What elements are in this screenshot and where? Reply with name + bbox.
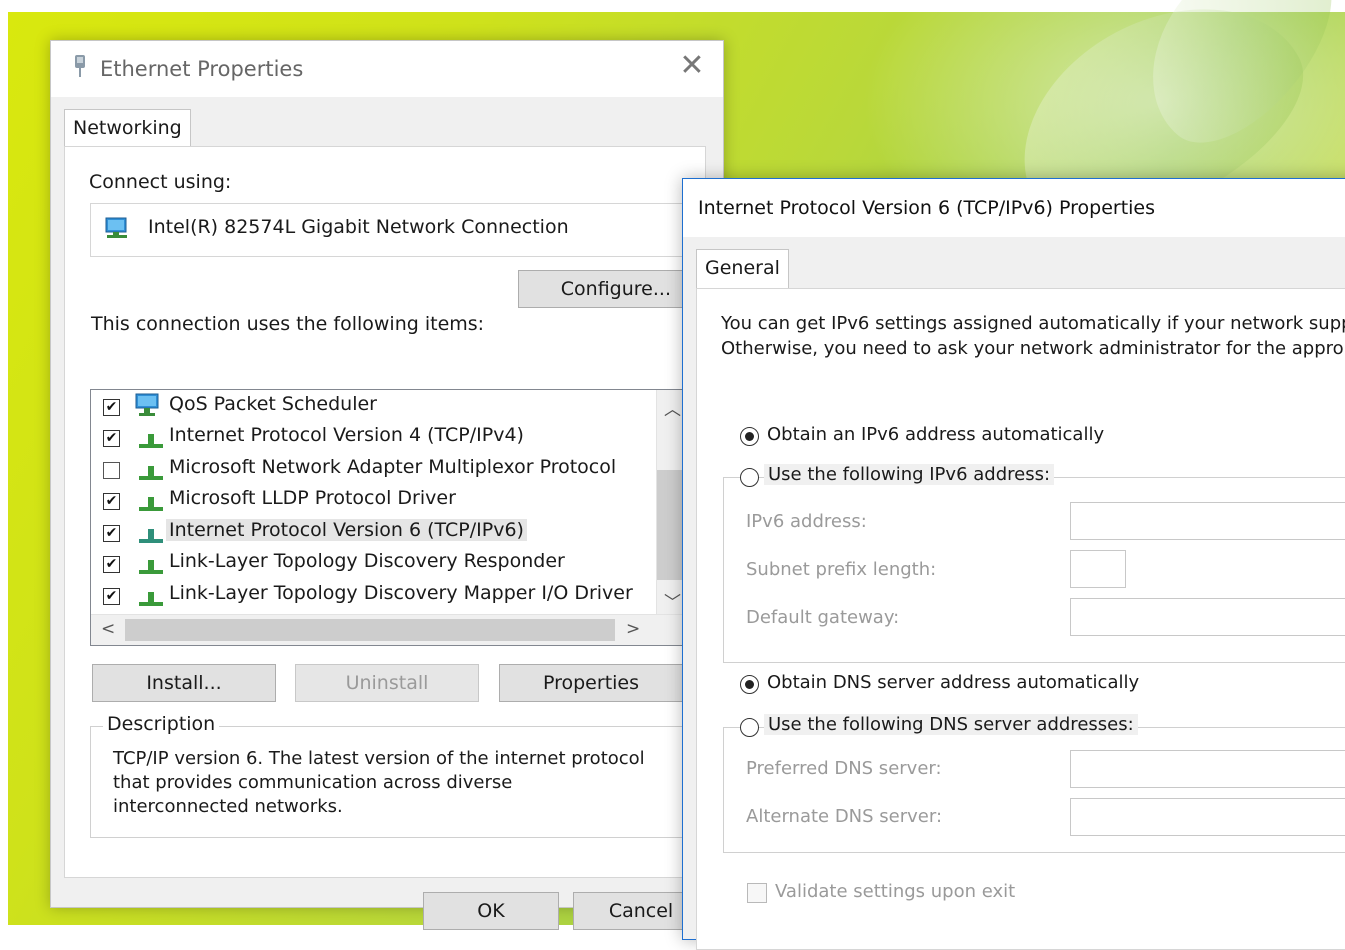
ethernet-properties-dialog: Ethernet Properties ✕ Networking Connect…: [50, 40, 724, 930]
uninstall-button[interactable]: Uninstall: [295, 664, 479, 702]
properties-button[interactable]: Properties: [499, 664, 683, 702]
description-group: Description TCP/IP version 6. The latest…: [90, 713, 688, 838]
adapter-name: Intel(R) 82574L Gigabit Network Connecti…: [148, 216, 569, 238]
intro-text: You can get IPv6 settings assigned autom…: [721, 311, 1345, 361]
configure-button[interactable]: Configure...: [518, 270, 686, 308]
components-list[interactable]: ✔ QoS Packet Scheduler ✔ Internet Protoc…: [90, 389, 686, 646]
vertical-scrollbar[interactable]: ︿ ﹀: [656, 390, 685, 615]
default-gateway-field[interactable]: [1070, 598, 1345, 636]
dialog-body: Networking Connect using: Intel(R) 82574…: [51, 97, 723, 930]
connect-using-label: Connect using:: [89, 171, 232, 193]
item-label: Microsoft Network Adapter Multiplexor Pr…: [169, 456, 617, 478]
dialog-body: General You can get IPv6 settings assign…: [683, 237, 1345, 950]
protocol-icon: [139, 592, 163, 606]
description-title: Description: [103, 713, 220, 735]
items-label: This connection uses the following items…: [91, 313, 485, 335]
horizontal-scrollbar[interactable]: < >: [91, 614, 685, 645]
scroll-up-icon[interactable]: ︿: [664, 395, 681, 420]
ipv6-address-field[interactable]: [1070, 502, 1345, 540]
close-icon[interactable]: ✕: [675, 51, 709, 85]
default-gateway-label: Default gateway:: [746, 607, 900, 628]
title-bar[interactable]: Ethernet Properties ✕: [51, 41, 723, 97]
item-label: Microsoft LLDP Protocol Driver: [169, 487, 456, 509]
protocol-icon: [139, 466, 163, 480]
alternate-dns-field[interactable]: [1070, 798, 1345, 836]
item-checkbox[interactable]: [103, 462, 120, 479]
use-following-dns-label[interactable]: Use the following DNS server addresses:: [764, 714, 1138, 735]
network-adapter-icon: [105, 217, 127, 238]
scroll-left-icon[interactable]: <: [101, 619, 115, 639]
qos-monitor-icon: [135, 393, 159, 416]
item-checkbox[interactable]: ✔: [103, 525, 120, 542]
manual-dns-group: Use the following DNS server addresses: …: [723, 714, 1345, 853]
use-following-ipv6-radio[interactable]: [740, 468, 759, 487]
install-button[interactable]: Install...: [92, 664, 276, 702]
scroll-down-icon[interactable]: ﹀: [664, 588, 681, 613]
item-checkbox[interactable]: ✔: [103, 399, 120, 416]
intro-line: You can get IPv6 settings assigned autom…: [721, 313, 1345, 334]
description-text: TCP/IP version 6. The latest version of …: [113, 748, 645, 817]
protocol-icon: [139, 529, 163, 543]
scroll-right-icon[interactable]: >: [626, 619, 640, 639]
item-label: Link-Layer Topology Discovery Mapper I/O…: [169, 582, 633, 604]
scroll-thumb[interactable]: [125, 619, 615, 641]
adapter-box: Intel(R) 82574L Gigabit Network Connecti…: [90, 203, 688, 257]
item-checkbox[interactable]: ✔: [103, 430, 120, 447]
subnet-prefix-label: Subnet prefix length:: [746, 559, 937, 580]
subnet-prefix-field[interactable]: [1070, 550, 1126, 588]
item-label: QoS Packet Scheduler: [169, 393, 377, 415]
item-checkbox[interactable]: ✔: [103, 556, 120, 573]
ipv6-address-label: IPv6 address:: [746, 511, 867, 532]
item-label: Link-Layer Topology Discovery Responder: [169, 550, 565, 572]
ipv6-properties-dialog: Internet Protocol Version 6 (TCP/IPv6) P…: [682, 178, 1345, 950]
preferred-dns-field[interactable]: [1070, 750, 1345, 788]
preferred-dns-label: Preferred DNS server:: [746, 758, 942, 779]
protocol-icon: [139, 560, 163, 574]
item-label: Internet Protocol Version 6 (TCP/IPv6): [166, 519, 527, 541]
obtain-dns-auto-radio[interactable]: [740, 675, 759, 694]
item-checkbox[interactable]: ✔: [103, 588, 120, 605]
obtain-ipv6-auto-label[interactable]: Obtain an IPv6 address automatically: [767, 424, 1104, 445]
manual-ipv6-group: Use the following IPv6 address: IPv6 add…: [723, 464, 1345, 663]
protocol-icon: [139, 497, 163, 511]
dialog-title: Internet Protocol Version 6 (TCP/IPv6) P…: [698, 197, 1156, 219]
dialog-title: Ethernet Properties: [100, 57, 304, 81]
validate-settings-checkbox[interactable]: [747, 883, 767, 903]
obtain-ipv6-auto-radio[interactable]: [740, 427, 759, 446]
tab-networking[interactable]: Networking: [64, 109, 191, 148]
network-adapter-icon: [75, 55, 85, 77]
validate-settings-label[interactable]: Validate settings upon exit: [775, 881, 1015, 902]
obtain-dns-auto-label[interactable]: Obtain DNS server address automatically: [767, 672, 1139, 693]
use-following-dns-radio[interactable]: [740, 718, 759, 737]
tab-general[interactable]: General: [696, 249, 789, 290]
alternate-dns-label: Alternate DNS server:: [746, 806, 943, 827]
ok-button[interactable]: OK: [423, 892, 559, 930]
intro-line: Otherwise, you need to ask your network …: [721, 338, 1345, 359]
scroll-thumb[interactable]: [657, 470, 685, 580]
protocol-icon: [139, 434, 163, 448]
title-bar[interactable]: Internet Protocol Version 6 (TCP/IPv6) P…: [683, 179, 1345, 237]
use-following-ipv6-label[interactable]: Use the following IPv6 address:: [764, 464, 1055, 485]
item-checkbox[interactable]: ✔: [103, 493, 120, 510]
item-label: Internet Protocol Version 4 (TCP/IPv4): [169, 424, 524, 446]
